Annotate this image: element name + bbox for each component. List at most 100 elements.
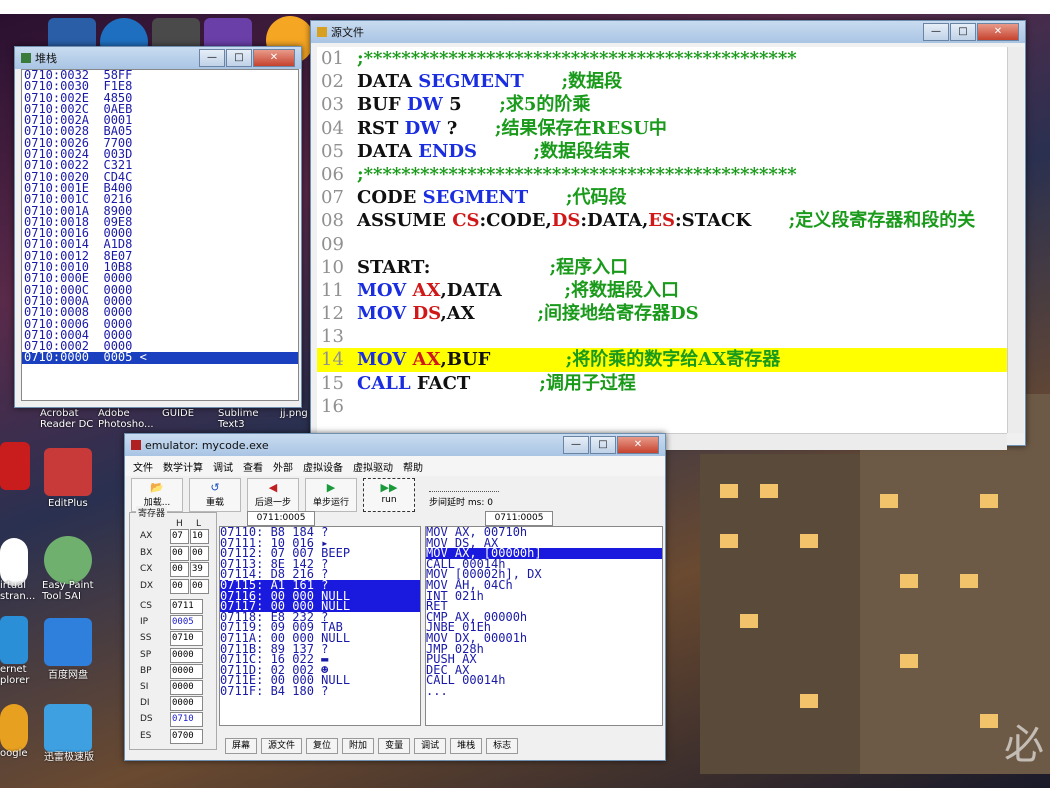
desktop-label-jj-png[interactable]: jj.png	[280, 408, 308, 419]
register-low-byte[interactable]: 39	[190, 562, 209, 577]
desktop-label-editplus[interactable]: EditPlus	[48, 498, 88, 509]
chrome-icon[interactable]	[0, 704, 28, 752]
baidu-netdisk-icon[interactable]	[44, 618, 92, 666]
desktop-label-sai[interactable]: Easy Paint Tool SAI	[42, 580, 94, 602]
step-delay-slider[interactable]	[429, 483, 499, 492]
register-value[interactable]: 0000	[170, 647, 203, 663]
desktop-label-acrobat[interactable]: Acrobat Reader DC	[40, 408, 93, 430]
source-line[interactable]: 11 MOV AX,DATA ;将数据段入口	[317, 279, 1007, 302]
stack-list[interactable]: 0710:0032 58FF 0710:0030 F1E8 0710:002E 48…	[21, 69, 299, 401]
desktop-label-sublime[interactable]: Sublime Text3	[218, 408, 258, 430]
menu-item[interactable]: 数学计算	[163, 459, 203, 474]
acrobat-icon[interactable]	[0, 442, 30, 490]
register-value[interactable]: 0700	[170, 728, 203, 744]
source-line[interactable]: 16	[317, 395, 1007, 418]
source-line[interactable]: 12 MOV DS,AX ;间接地给寄存器DS	[317, 302, 1007, 325]
menu-item[interactable]: 调试	[213, 459, 233, 474]
memory-row[interactable]: 0711F: B4 180 ?	[220, 685, 420, 697]
bottom-button[interactable]: 复位	[306, 738, 339, 754]
desktop-label-ie[interactable]: ernet plorer	[0, 664, 29, 686]
editplus-icon[interactable]	[44, 448, 92, 496]
register-value[interactable]: 0005	[170, 615, 203, 631]
virtual-icon[interactable]	[0, 538, 28, 586]
register-low-byte[interactable]: 00	[190, 545, 209, 561]
bottom-button[interactable]: 源文件	[261, 738, 303, 754]
register-value[interactable]: 0000	[170, 680, 203, 695]
disassembly-address-field[interactable]: 0711:0005	[485, 511, 553, 526]
source-line[interactable]: 09	[317, 233, 1007, 256]
step-delay-control[interactable]: 步间延时 ms: 0	[429, 483, 499, 508]
stack-titlebar[interactable]: 堆栈 — □ ✕	[15, 47, 301, 69]
register-value[interactable]: 0710	[170, 712, 203, 728]
emulator-titlebar[interactable]: emulator: mycode.exe — □ ✕	[125, 434, 665, 456]
source-line[interactable]: 07 CODE SEGMENT ;代码段	[317, 186, 1007, 209]
source-line[interactable]: 02 DATA SEGMENT ;数据段	[317, 70, 1007, 93]
bottom-button[interactable]: 标志	[486, 738, 519, 754]
bottom-button[interactable]: 堆栈	[450, 738, 483, 754]
close-button[interactable]: ✕	[617, 436, 659, 454]
source-window[interactable]: 源文件 — □ ✕ 01 ;***************************…	[310, 20, 1026, 450]
bottom-button[interactable]: 变量	[378, 738, 411, 754]
menu-item[interactable]: 查看	[243, 459, 263, 474]
source-line[interactable]: 03 BUF DW 5 ;求5的阶乘	[317, 93, 1007, 116]
register-low-byte[interactable]: 00	[190, 578, 209, 594]
register-value[interactable]: 0000	[170, 663, 203, 679]
source-line[interactable]: 08 ASSUME CS:CODE,DS:DATA,ES:STACK ;定义段寄存…	[317, 209, 1007, 232]
register-high-byte[interactable]: 00	[170, 545, 189, 561]
source-vertical-scrollbar[interactable]	[1007, 47, 1024, 433]
step-forward-button[interactable]: ▶ 单步运行	[305, 478, 357, 512]
register-value[interactable]: 0711	[170, 599, 203, 614]
maximize-button[interactable]: □	[590, 436, 616, 454]
source-line[interactable]: 10 START: ;程序入口	[317, 256, 1007, 279]
bottom-button[interactable]: 调试	[414, 738, 447, 754]
source-code-pane[interactable]: 01 ;*************************************…	[317, 47, 1007, 433]
run-button[interactable]: ▶▶ run	[363, 478, 415, 512]
desktop-label-virtual[interactable]: irtual stran...	[0, 580, 35, 602]
minimize-button[interactable]: —	[923, 23, 949, 41]
maximize-button[interactable]: □	[950, 23, 976, 41]
step-back-button[interactable]: ◀ 后退一步	[247, 478, 299, 512]
memory-address-field[interactable]: 0711:0005	[247, 511, 315, 526]
register-value[interactable]: 0000	[170, 696, 203, 712]
minimize-button[interactable]: —	[563, 436, 589, 454]
minimize-button[interactable]: —	[199, 49, 225, 67]
memory-list[interactable]: 07110: B8 184 ? 07111: 10 016 ▸ 07112: 07 …	[219, 526, 421, 726]
desktop-label-photoshop[interactable]: Adobe Photosho...	[98, 408, 154, 430]
source-line-current[interactable]: 14 MOV AX,BUF ;将阶乘的数字给AX寄存器	[317, 348, 1007, 372]
register-high-byte[interactable]: 07	[170, 529, 189, 544]
menu-item[interactable]: 虚拟设备	[303, 459, 343, 474]
close-button[interactable]: ✕	[253, 49, 295, 67]
disassembly-row[interactable]: CALL 00014h	[426, 675, 662, 687]
maximize-button[interactable]: □	[226, 49, 252, 67]
source-line[interactable]: 06 ;*************************************…	[317, 163, 1007, 186]
bottom-button[interactable]: 屏幕	[225, 738, 258, 754]
disassembly-row[interactable]: INT 021h	[426, 590, 662, 602]
disassembly-row[interactable]: ...	[426, 685, 662, 697]
desktop-label-guide[interactable]: GUIDE	[162, 408, 194, 419]
menu-item[interactable]: 帮助	[403, 459, 423, 474]
source-line[interactable]: 15 CALL FACT ;调用子过程	[317, 372, 1007, 395]
easy-paint-icon[interactable]	[44, 536, 92, 584]
emulator-window[interactable]: emulator: mycode.exe — □ ✕ 文件 数学计算 调试 查看 外部虚…	[124, 433, 666, 761]
source-line[interactable]: 13	[317, 325, 1007, 348]
desktop-label-thunder[interactable]: 迅雷极速版	[44, 748, 94, 763]
source-line[interactable]: 01 ;*************************************…	[317, 47, 1007, 70]
close-button[interactable]: ✕	[977, 23, 1019, 41]
bottom-button[interactable]: 附加	[342, 738, 375, 754]
menu-item[interactable]: 文件	[133, 459, 153, 474]
disassembly-list[interactable]: MOV AX, 00710h MOV DS, AX MOV AX, [00000h]…	[425, 526, 663, 726]
stack-row[interactable]: 0710:0000 0005 <	[22, 351, 298, 364]
register-high-byte[interactable]: 00	[170, 578, 189, 594]
desktop-label-baidu[interactable]: 百度网盘	[48, 666, 88, 681]
menu-item[interactable]: 外部	[273, 459, 293, 474]
register-high-byte[interactable]: 00	[170, 562, 189, 577]
source-line[interactable]: 05 DATA ENDS ;数据段结束	[317, 140, 1007, 163]
source-titlebar[interactable]: 源文件 — □ ✕	[311, 21, 1025, 43]
thunder-icon[interactable]	[44, 704, 92, 752]
desktop-label-google[interactable]: oogle	[0, 748, 28, 759]
reload-button[interactable]: ↺ 重载	[189, 478, 241, 512]
stack-window[interactable]: 堆栈 — □ ✕ 0710:0032 58FF 0710:0030 F1E8 071…	[14, 46, 302, 408]
register-value[interactable]: 0710	[170, 631, 203, 647]
source-line[interactable]: 04 RST DW ? ;结果保存在RESU中	[317, 117, 1007, 140]
ie-icon[interactable]	[0, 616, 28, 664]
